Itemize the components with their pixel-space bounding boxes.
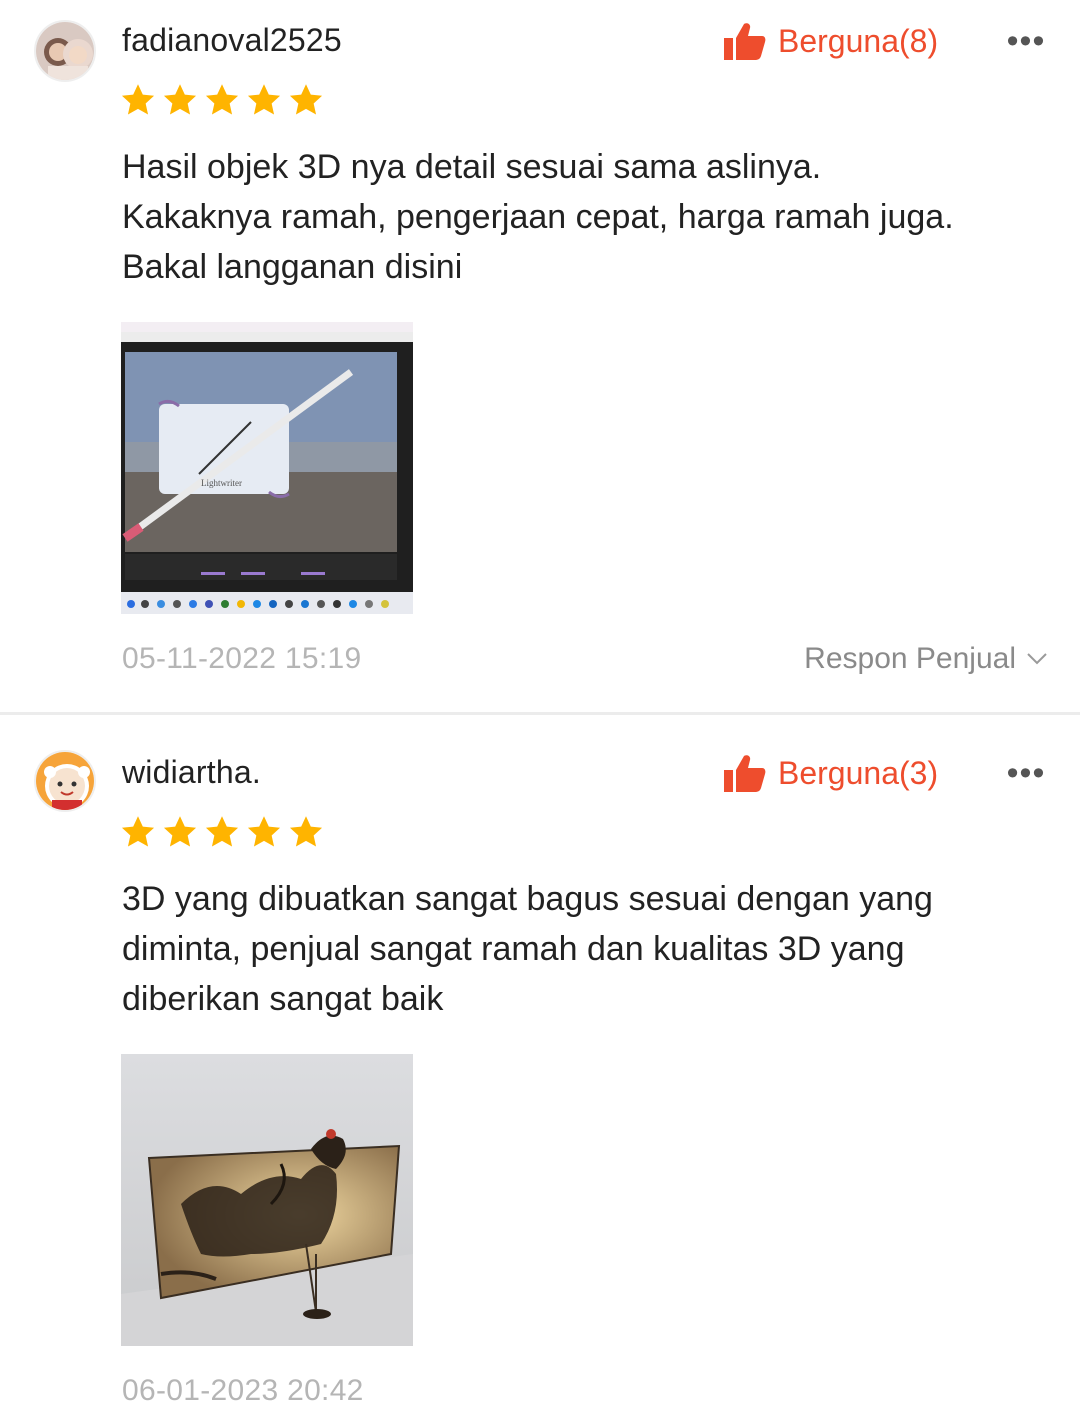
review-card: widiartha. Berguna(3) ••• 3D yang dibuat… <box>0 716 1080 1427</box>
star-icon <box>247 84 281 115</box>
star-icon <box>205 816 239 847</box>
3d-software-screenshot-image: Lightwriter <box>121 322 413 614</box>
rating-stars <box>120 814 324 850</box>
star-icon <box>121 816 155 847</box>
star-icon <box>289 816 323 847</box>
chevron-down-icon <box>1027 653 1047 665</box>
review-divider <box>0 712 1080 715</box>
comment-line: Bakal langganan disini <box>122 248 463 286</box>
review-timestamp: 06-01-2023 20:42 <box>122 1374 364 1407</box>
seller-response-label: Respon Penjual <box>804 642 1016 675</box>
comment-line: Kakaknya ramah, pengerjaan cepat, harga … <box>122 198 954 236</box>
star-icon <box>289 84 323 115</box>
helpful-button[interactable]: Berguna(8) <box>724 19 938 63</box>
review-comment: Hasil objek 3D nya detail sesuai sama as… <box>122 142 1052 292</box>
wayang-3d-render-image <box>121 1054 413 1346</box>
helpful-label: Berguna(8) <box>778 22 939 59</box>
star-icon <box>163 84 197 115</box>
more-options-icon[interactable]: ••• <box>1003 754 1049 792</box>
reviewer-username[interactable]: fadianoval2525 <box>122 22 342 59</box>
user-avatar[interactable] <box>34 20 96 82</box>
review-photo[interactable] <box>121 1054 413 1346</box>
comment-line: diberikan sangat baik <box>122 980 444 1018</box>
thumbs-up-icon <box>724 755 766 792</box>
helpful-button[interactable]: Berguna(3) <box>724 751 938 795</box>
star-icon <box>121 84 155 115</box>
comment-line: 3D yang dibuatkan sangat bagus sesuai de… <box>122 880 933 918</box>
star-icon <box>205 84 239 115</box>
review-card: fadianoval2525 Berguna(8) ••• Hasil obje… <box>0 0 1080 712</box>
thumbs-up-icon <box>724 23 766 60</box>
review-timestamp: 05-11-2022 15:19 <box>122 642 362 675</box>
rating-stars <box>120 82 324 118</box>
user-avatar[interactable] <box>34 750 96 812</box>
star-icon <box>163 816 197 847</box>
reviewer-username[interactable]: widiartha. <box>122 754 261 791</box>
comment-line: diminta, penjual sangat ramah dan kualit… <box>122 930 905 968</box>
review-comment: 3D yang dibuatkan sangat bagus sesuai de… <box>122 874 1052 1024</box>
helpful-label: Berguna(3) <box>778 754 939 791</box>
more-options-icon[interactable]: ••• <box>1003 22 1049 60</box>
seller-response-toggle[interactable]: Respon Penjual <box>804 642 1048 676</box>
star-icon <box>247 816 281 847</box>
review-photo[interactable]: Lightwriter <box>121 322 413 614</box>
comment-line: Hasil objek 3D nya detail sesuai sama as… <box>122 148 822 186</box>
svg-text:Lightwriter: Lightwriter <box>201 478 242 488</box>
